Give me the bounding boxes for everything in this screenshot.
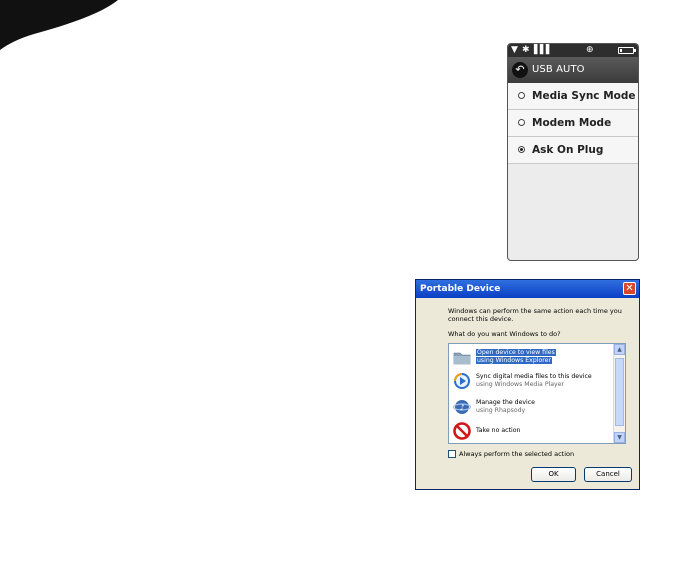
action-subtitle: using Rhapsody <box>476 407 526 414</box>
dialog-question: What do you want Windows to do? <box>448 330 561 338</box>
dialog-title-bar[interactable]: Portable Device ✕ <box>416 280 639 298</box>
option-label: Ask On Plug <box>532 144 604 156</box>
portable-device-dialog: Portable Device ✕ Windows can perform th… <box>415 279 640 490</box>
radio-button-icon[interactable] <box>518 119 525 126</box>
action-list[interactable]: Open device to view files using Windows … <box>448 343 626 444</box>
ok-button[interactable]: OK <box>531 467 576 482</box>
signal-icon: ▼ <box>511 45 518 55</box>
always-perform-checkbox[interactable] <box>448 450 456 458</box>
action-title: Manage the device <box>476 399 535 406</box>
option-label: Media Sync Mode <box>532 90 636 102</box>
action-open-device[interactable]: Open device to view files using Windows … <box>453 347 613 369</box>
scroll-thumb[interactable] <box>615 358 624 426</box>
option-ask-on-plug[interactable]: Ask On Plug <box>508 137 638 164</box>
scroll-up-icon[interactable]: ▲ <box>614 344 625 355</box>
action-sync-media[interactable]: Sync digital media files to this device … <box>453 371 613 393</box>
dialog-title: Portable Device <box>420 284 501 294</box>
action-take-no-action[interactable]: Take no action <box>453 421 613 443</box>
action-manage-device[interactable]: ♪ Manage the device using Rhapsody <box>453 397 613 419</box>
dialog-message: Windows can perform the same action each… <box>448 307 622 323</box>
back-arrow-icon[interactable]: ↶ <box>512 62 528 78</box>
action-title: Take no action <box>476 427 521 434</box>
no-action-icon <box>453 422 471 440</box>
rhapsody-icon: ♪ <box>453 400 471 414</box>
bluetooth-icon: ✱ <box>522 45 530 55</box>
action-subtitle: using Windows Explorer <box>476 357 553 364</box>
option-modem[interactable]: Modem Mode <box>508 110 638 137</box>
folder-icon <box>453 352 471 365</box>
radio-button-icon[interactable] <box>518 92 525 99</box>
media-player-icon <box>454 373 470 389</box>
scroll-down-icon[interactable]: ▼ <box>614 432 625 443</box>
phone-screen: ▼ ✱ ▌▌▌ ⊕ ↶ USB AUTO DETECTION Media Syn… <box>507 43 639 261</box>
action-subtitle: using Windows Media Player <box>476 381 565 388</box>
always-perform-row[interactable]: Always perform the selected action <box>448 450 574 459</box>
cancel-button[interactable]: Cancel <box>584 467 632 482</box>
option-media-sync[interactable]: Media Sync Mode <box>508 83 638 110</box>
close-icon[interactable]: ✕ <box>623 282 636 295</box>
list-scrollbar[interactable]: ▲ ▼ <box>613 344 625 443</box>
action-title: Sync digital media files to this device <box>476 373 592 380</box>
option-label: Modem Mode <box>532 117 612 129</box>
status-bar: ▼ ✱ ▌▌▌ ⊕ <box>508 44 638 57</box>
gps-icon: ⊕ <box>586 45 594 55</box>
checkbox-label: Always perform the selected action <box>459 450 575 458</box>
corner-tab <box>0 0 118 50</box>
screen-header: ↶ USB AUTO DETECTION <box>508 57 638 101</box>
battery-icon <box>618 47 636 54</box>
svg-text:♪: ♪ <box>459 403 464 412</box>
equalizer-icon: ▌▌▌ <box>534 45 553 55</box>
radio-button-selected-icon[interactable] <box>518 146 525 153</box>
action-title: Open device to view files <box>476 349 556 356</box>
